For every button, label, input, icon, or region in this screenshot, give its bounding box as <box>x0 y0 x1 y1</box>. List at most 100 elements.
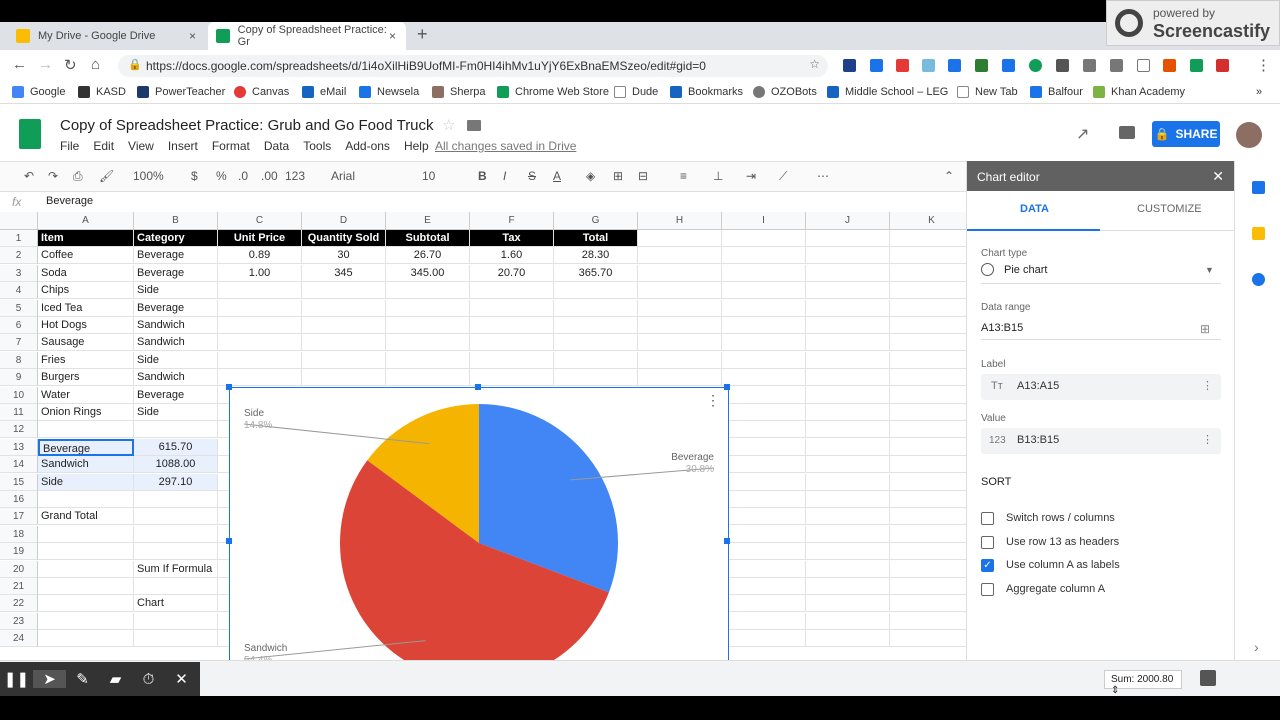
sum-if-label[interactable]: Sum If Formula <box>134 560 218 578</box>
extension-icon[interactable] <box>922 59 935 72</box>
table-cell[interactable]: Beverage <box>134 386 218 404</box>
grid-cell[interactable] <box>554 299 638 317</box>
table-cell[interactable]: Side <box>134 404 218 421</box>
star-icon[interactable]: ☆ <box>442 116 455 134</box>
activity-trend-icon[interactable]: ↗ <box>1076 124 1089 144</box>
menu-addons[interactable]: Add-ons <box>345 139 390 153</box>
text-rotate-icon[interactable]: ⟋ <box>779 169 787 184</box>
table-cell[interactable]: 26.70 <box>386 247 470 265</box>
grid-cell[interactable] <box>302 299 386 317</box>
chart-type-select[interactable]: Pie chart <box>1004 264 1047 276</box>
grid-cell[interactable] <box>302 369 386 387</box>
table-cell[interactable]: 28.30 <box>554 247 638 265</box>
grid-cell[interactable] <box>638 282 722 300</box>
bookmark-new-tab[interactable]: New Tab <box>957 86 1018 98</box>
grid-cell[interactable] <box>806 438 890 456</box>
more-formats-button[interactable]: 123 <box>285 169 305 183</box>
extension-icon[interactable] <box>870 59 883 72</box>
grid-cell[interactable] <box>722 282 806 300</box>
menu-dots-icon[interactable]: ⋮ <box>1256 56 1271 74</box>
column-header-i[interactable]: I <box>722 212 806 230</box>
column-header-e[interactable]: E <box>386 212 470 230</box>
bookmark-google[interactable]: Google <box>12 86 65 98</box>
table-cell[interactable]: 30 <box>302 247 386 265</box>
more-icon[interactable]: ⋯ <box>817 169 829 183</box>
text-wrap-icon[interactable]: ⇥ <box>746 169 756 183</box>
bookmark-bookmarks[interactable]: Bookmarks <box>670 86 743 98</box>
column-header-a[interactable]: A <box>38 212 134 230</box>
corner-cell[interactable] <box>0 212 38 230</box>
grid-cell[interactable] <box>806 421 890 439</box>
checkbox-label[interactable]: Switch rows / columns <box>1006 512 1115 524</box>
table-cell[interactable]: Water <box>38 386 134 404</box>
grid-cell[interactable] <box>638 334 722 352</box>
row-header-22[interactable]: 22 <box>0 595 38 613</box>
grid-cell[interactable] <box>722 351 806 369</box>
bookmark-ozobots[interactable]: OZOBots <box>753 86 817 98</box>
grid-cell[interactable] <box>890 282 966 300</box>
table-cell[interactable]: Onion Rings <box>38 404 134 421</box>
menu-format[interactable]: Format <box>212 139 250 153</box>
pen-icon[interactable]: ✎ <box>66 670 99 688</box>
grid-cell[interactable] <box>134 543 218 561</box>
explore-icon[interactable] <box>1200 670 1216 686</box>
grid-cell[interactable] <box>722 543 806 561</box>
tab-my-drive[interactable]: My Drive - Google Drive × <box>8 22 206 50</box>
resize-handle[interactable] <box>724 384 730 390</box>
column-header-b[interactable]: B <box>134 212 218 230</box>
print-icon[interactable]: ⎙ <box>73 169 83 184</box>
summary-value-cell[interactable]: 1088.00 <box>134 456 218 474</box>
table-cell[interactable]: Hot Dogs <box>38 317 134 334</box>
grid-cell[interactable] <box>638 264 722 282</box>
row-header-6[interactable]: 6 <box>0 317 38 334</box>
grid-cell[interactable] <box>638 299 722 317</box>
grid-cell[interactable] <box>218 351 302 369</box>
zoom-select[interactable]: 100% <box>133 169 164 183</box>
spreadsheet-grid[interactable]: A B C D E F G H I J K 1 2 3 4 5 6 7 8 9 10 11 12 13 14 15 16 17 18 19… <box>0 212 966 660</box>
more-vert-icon[interactable]: ⋮ <box>1202 433 1213 446</box>
table-cell[interactable]: Beverage <box>134 247 218 265</box>
grid-cell[interactable] <box>386 351 470 369</box>
row-header-24[interactable]: 24 <box>0 630 38 648</box>
grand-total-label[interactable]: Grand Total <box>38 508 134 526</box>
italic-icon[interactable]: I <box>503 169 506 183</box>
grid-cell[interactable] <box>722 456 806 474</box>
grid-cell[interactable] <box>806 456 890 474</box>
grid-cell[interactable] <box>554 282 638 300</box>
row-header-7[interactable]: 7 <box>0 334 38 352</box>
extension-icon[interactable] <box>1163 59 1176 72</box>
grid-cell[interactable] <box>218 334 302 352</box>
value-range-chip[interactable]: 123 B13:B15 ⋮ <box>981 428 1221 454</box>
more-vert-icon[interactable]: ⋮ <box>1202 379 1213 392</box>
extension-icon[interactable] <box>1216 59 1229 72</box>
grid-cell[interactable] <box>806 525 890 543</box>
grid-cell[interactable] <box>386 334 470 352</box>
grid-cell[interactable] <box>806 630 890 648</box>
grid-cell[interactable] <box>554 317 638 334</box>
grid-cell[interactable] <box>890 578 966 595</box>
extension-icon[interactable] <box>1190 59 1203 72</box>
checkbox[interactable] <box>981 512 994 525</box>
grid-cell[interactable] <box>890 404 966 421</box>
grid-cell[interactable] <box>722 386 806 404</box>
resize-handle[interactable] <box>226 384 232 390</box>
grid-cell[interactable] <box>890 230 966 247</box>
row-header-16[interactable]: 16 <box>0 491 38 508</box>
grid-cell[interactable] <box>722 560 806 578</box>
extension-icon[interactable] <box>1002 59 1015 72</box>
grid-cell[interactable] <box>302 351 386 369</box>
percent-button[interactable]: % <box>216 169 227 183</box>
checkbox[interactable] <box>981 535 994 549</box>
grid-cell[interactable] <box>38 560 134 578</box>
grid-cell[interactable] <box>890 421 966 439</box>
header-cell[interactable]: Total <box>554 230 638 247</box>
grid-cell[interactable] <box>806 612 890 630</box>
grid-cell[interactable] <box>38 595 134 613</box>
grid-cell[interactable] <box>38 491 134 508</box>
grid-cell[interactable] <box>218 282 302 300</box>
grid-cell[interactable] <box>890 491 966 508</box>
bookmark-canvas[interactable]: Canvas <box>234 86 289 98</box>
chart-menu-icon[interactable]: ⋮ <box>706 392 720 409</box>
pie-chart[interactable]: Beverage30.8%Sandwich54.4%Side14.8% ⋮ <box>226 384 730 660</box>
grid-cell[interactable] <box>890 543 966 561</box>
